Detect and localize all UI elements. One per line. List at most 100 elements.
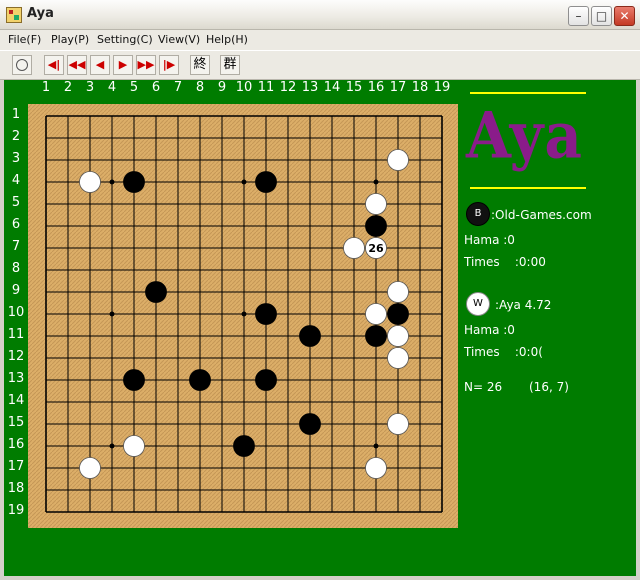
column-label: 2 [63,80,73,95]
end-game-button[interactable]: 終 [190,55,210,75]
go-board[interactable]: 26 [28,104,458,528]
app-icon [6,7,22,23]
logo-bottom-line [470,187,586,189]
column-label: 4 [107,80,117,95]
game-area: 1 2 3 4 5 6 7 8 9 10 11 12 13 14 15 16 17 18 19 1234567891… [4,80,636,576]
aya-logo: Aya [466,98,583,173]
star-point [109,311,115,317]
column-label: 18 [411,80,429,95]
row-label: 16 [7,437,25,452]
minimize-button[interactable]: – [568,6,589,26]
black-stone [365,215,387,237]
menu-file[interactable]: File(F) [8,33,41,46]
logo-top-line [470,92,586,94]
board-grid[interactable]: 26 [28,104,458,528]
white-captures: Hama :0 [464,323,515,337]
row-label: 12 [7,349,25,364]
column-label: 19 [433,80,451,95]
menu-view[interactable]: View(V) [158,33,200,46]
menu-play[interactable]: Play(P) [51,33,89,46]
star-point [109,443,115,449]
column-label: 3 [85,80,95,95]
row-label: 17 [7,459,25,474]
column-label: 13 [301,80,319,95]
last-move-button[interactable]: |▶ [159,55,179,75]
window-title: Aya [27,6,54,21]
black-stone [255,171,277,193]
row-label: 11 [7,327,25,342]
black-player-name: :Old-Games.com [491,208,592,222]
row-label: 5 [11,195,21,210]
white-player-stone-icon: W [466,292,490,316]
white-stone [343,237,365,259]
white-player-name: :Aya 4.72 [495,298,552,312]
row-label: 7 [11,239,21,254]
black-stone [365,325,387,347]
black-stone [299,413,321,435]
row-label: 8 [11,261,21,276]
white-stone [387,325,409,347]
star-point [241,179,247,185]
star-point [373,443,379,449]
forward-fast-button[interactable]: ▶▶ [136,55,156,75]
star-point [373,179,379,185]
stop-button[interactable] [12,55,32,75]
black-stone [255,303,277,325]
black-stone [123,369,145,391]
star-point [241,311,247,317]
black-stone [255,369,277,391]
black-stone [145,281,167,303]
move-count: N= 26 [464,380,503,394]
toolbar: ◀| ◀◀ ◀ ▶ ▶▶ |▶ 終 群 [0,50,640,80]
white-stone [123,435,145,457]
column-label: 15 [345,80,363,95]
first-move-button[interactable]: ◀| [44,55,64,75]
row-label: 4 [11,173,21,188]
column-label: 7 [173,80,183,95]
row-label: 2 [11,129,21,144]
black-captures: Hama :0 [464,233,515,247]
menu-setting[interactable]: Setting(C) [97,33,153,46]
black-player-stone-icon: B [466,202,490,226]
white-stone [387,413,409,435]
column-label: 17 [389,80,407,95]
white-stone [387,149,409,171]
row-label: 6 [11,217,21,232]
black-stone [299,325,321,347]
forward-button[interactable]: ▶ [113,55,133,75]
row-label: 13 [7,371,25,386]
column-label: 10 [235,80,253,95]
black-stone [233,435,255,457]
title-bar: Aya – □ ✕ [0,0,640,30]
row-label: 19 [7,503,25,518]
last-move-number: 26 [368,242,384,255]
row-label: 9 [11,283,21,298]
column-label: 6 [151,80,161,95]
back-fast-button[interactable]: ◀◀ [67,55,87,75]
column-label: 5 [129,80,139,95]
row-label: 15 [7,415,25,430]
white-time: Times :0:0( [464,345,543,359]
last-move-coordinate: (16, 7) [529,380,569,394]
row-label: 18 [7,481,25,496]
circle-icon [16,59,28,71]
row-label: 3 [11,151,21,166]
group-button[interactable]: 群 [220,55,240,75]
row-label: 10 [7,305,25,320]
white-stone [387,347,409,369]
column-label: 8 [195,80,205,95]
column-label: 9 [217,80,227,95]
white-stone [79,457,101,479]
close-button[interactable]: ✕ [614,6,635,26]
white-stone [365,193,387,215]
back-button[interactable]: ◀ [90,55,110,75]
white-stone [79,171,101,193]
row-label: 1 [11,107,21,122]
black-stone [123,171,145,193]
maximize-button[interactable]: □ [591,6,612,26]
menu-help[interactable]: Help(H) [206,33,248,46]
black-stone [189,369,211,391]
white-stone [387,281,409,303]
white-stone [365,303,387,325]
column-label: 11 [257,80,275,95]
